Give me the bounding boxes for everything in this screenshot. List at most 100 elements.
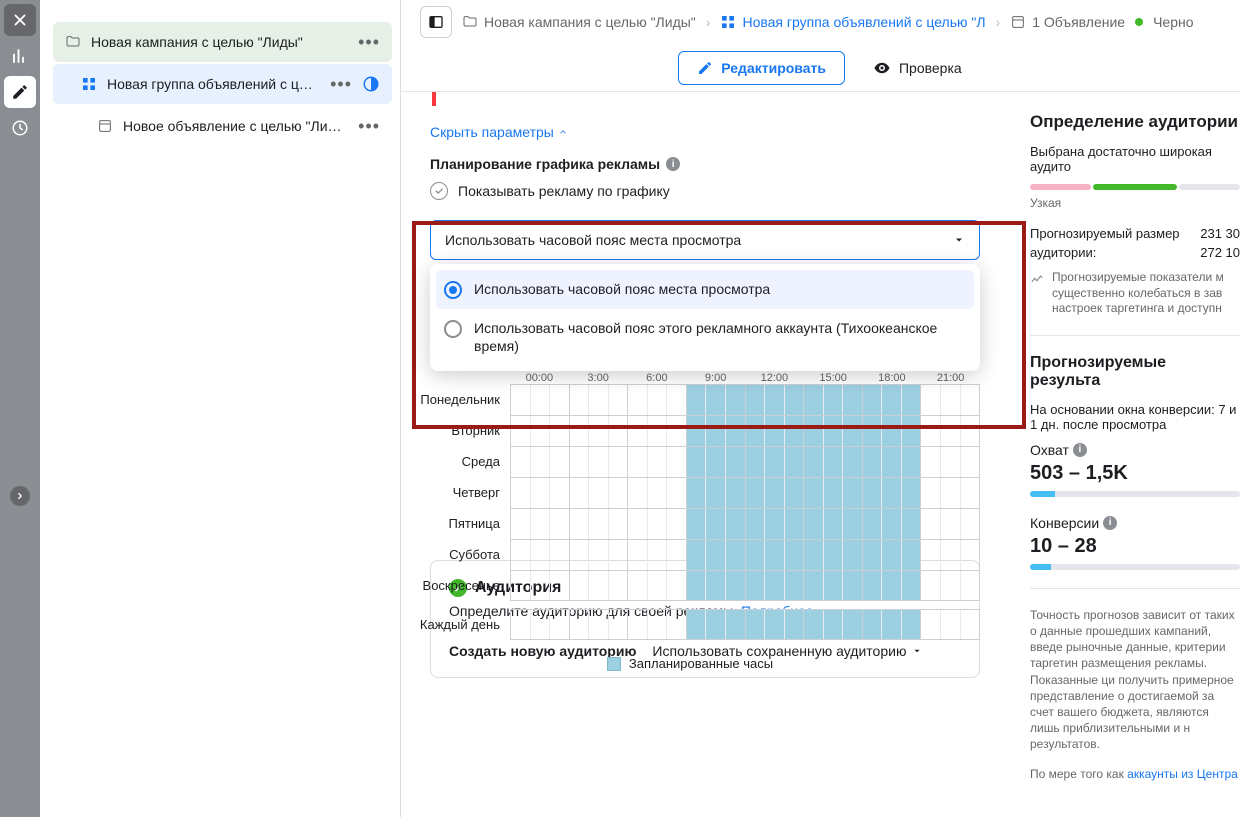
schedule-cell[interactable] bbox=[902, 385, 922, 415]
schedule-cell[interactable] bbox=[765, 447, 785, 477]
schedule-cell[interactable] bbox=[706, 385, 726, 415]
schedule-cell[interactable] bbox=[511, 509, 531, 539]
schedule-cell[interactable] bbox=[648, 509, 668, 539]
schedule-cell[interactable] bbox=[609, 447, 629, 477]
schedule-cell[interactable] bbox=[550, 385, 570, 415]
schedule-cell[interactable] bbox=[570, 509, 590, 539]
schedule-cell[interactable] bbox=[628, 385, 648, 415]
schedule-cell[interactable] bbox=[648, 610, 668, 639]
schedule-cell[interactable] bbox=[804, 540, 824, 570]
schedule-cell[interactable] bbox=[765, 509, 785, 539]
schedule-row[interactable]: Четверг bbox=[400, 477, 980, 508]
schedule-cell[interactable] bbox=[511, 540, 531, 570]
schedule-cell[interactable] bbox=[746, 610, 766, 639]
schedule-cell[interactable] bbox=[921, 610, 941, 639]
clock-icon[interactable] bbox=[4, 112, 36, 144]
schedule-cell[interactable] bbox=[726, 540, 746, 570]
schedule-cell[interactable] bbox=[843, 571, 863, 600]
tree-campaign[interactable]: Новая кампания с целью "Лиды" ••• bbox=[53, 22, 392, 62]
schedule-cell[interactable] bbox=[882, 540, 902, 570]
schedule-cell[interactable] bbox=[804, 416, 824, 446]
schedule-cell[interactable] bbox=[648, 447, 668, 477]
schedule-cell[interactable] bbox=[746, 478, 766, 508]
edit-button[interactable]: Редактировать bbox=[678, 51, 845, 85]
schedule-cell[interactable] bbox=[941, 478, 961, 508]
review-button[interactable]: Проверка bbox=[873, 59, 962, 77]
schedule-cell[interactable] bbox=[511, 385, 531, 415]
schedule-cell[interactable] bbox=[824, 416, 844, 446]
info-icon[interactable]: i bbox=[1073, 443, 1087, 457]
schedule-cell[interactable] bbox=[687, 509, 707, 539]
schedule-cell[interactable] bbox=[531, 610, 551, 639]
schedule-cell[interactable] bbox=[746, 447, 766, 477]
schedule-cell[interactable] bbox=[609, 571, 629, 600]
schedule-cell[interactable] bbox=[921, 447, 941, 477]
schedule-cell[interactable] bbox=[667, 385, 687, 415]
schedule-cell[interactable] bbox=[570, 447, 590, 477]
schedule-cell[interactable] bbox=[902, 447, 922, 477]
schedule-row[interactable]: Суббота bbox=[400, 539, 980, 570]
tree-adset[interactable]: Новая группа объявлений с це… ••• bbox=[53, 64, 392, 104]
schedule-cell[interactable] bbox=[628, 610, 648, 639]
schedule-cell[interactable] bbox=[804, 478, 824, 508]
schedule-cell[interactable] bbox=[961, 610, 981, 639]
info-icon[interactable]: i bbox=[1103, 516, 1117, 530]
schedule-cell[interactable] bbox=[706, 478, 726, 508]
schedule-cell[interactable] bbox=[765, 540, 785, 570]
schedule-cell[interactable] bbox=[609, 385, 629, 415]
schedule-cell[interactable] bbox=[902, 610, 922, 639]
schedule-cell[interactable] bbox=[824, 447, 844, 477]
schedule-cell[interactable] bbox=[609, 610, 629, 639]
schedule-cell[interactable] bbox=[531, 447, 551, 477]
schedule-cell[interactable] bbox=[726, 478, 746, 508]
schedule-cell[interactable] bbox=[961, 478, 981, 508]
schedule-row[interactable]: Среда bbox=[400, 446, 980, 477]
schedule-cell[interactable] bbox=[941, 447, 961, 477]
schedule-cell[interactable] bbox=[921, 540, 941, 570]
schedule-cell[interactable] bbox=[882, 509, 902, 539]
schedule-cell[interactable] bbox=[628, 478, 648, 508]
schedule-cell[interactable] bbox=[726, 447, 746, 477]
schedule-cell[interactable] bbox=[511, 571, 531, 600]
schedule-cell[interactable] bbox=[609, 478, 629, 508]
schedule-cell[interactable] bbox=[570, 571, 590, 600]
schedule-cell[interactable] bbox=[765, 478, 785, 508]
schedule-cell[interactable] bbox=[824, 540, 844, 570]
schedule-cell[interactable] bbox=[687, 447, 707, 477]
schedule-cell[interactable] bbox=[628, 540, 648, 570]
schedule-cell[interactable] bbox=[531, 416, 551, 446]
more-icon[interactable]: ••• bbox=[330, 74, 352, 95]
schedule-cell[interactable] bbox=[961, 540, 981, 570]
schedule-cell[interactable] bbox=[726, 385, 746, 415]
schedule-cell[interactable] bbox=[785, 416, 805, 446]
schedule-cell[interactable] bbox=[687, 478, 707, 508]
panel-toggle-button[interactable] bbox=[420, 6, 452, 38]
schedule-cell[interactable] bbox=[785, 571, 805, 600]
schedule-cell[interactable] bbox=[863, 447, 883, 477]
schedule-cell[interactable] bbox=[706, 416, 726, 446]
schedule-cell[interactable] bbox=[667, 571, 687, 600]
schedule-cell[interactable] bbox=[843, 540, 863, 570]
schedule-row-every[interactable]: Каждый день bbox=[400, 609, 980, 640]
schedule-cell[interactable] bbox=[531, 478, 551, 508]
schedule-cell[interactable] bbox=[667, 416, 687, 446]
schedule-cell[interactable] bbox=[882, 478, 902, 508]
schedule-cell[interactable] bbox=[511, 610, 531, 639]
schedule-cell[interactable] bbox=[550, 571, 570, 600]
schedule-cell[interactable] bbox=[648, 416, 668, 446]
schedule-cell[interactable] bbox=[941, 540, 961, 570]
schedule-checkbox-row[interactable]: Показывать рекламу по графику bbox=[430, 182, 980, 200]
schedule-cell[interactable] bbox=[863, 478, 883, 508]
schedule-cell[interactable] bbox=[843, 509, 863, 539]
schedule-cell[interactable] bbox=[589, 509, 609, 539]
bc-campaign[interactable]: Новая кампания с целью "Лиды" bbox=[462, 14, 696, 30]
schedule-cell[interactable] bbox=[902, 509, 922, 539]
schedule-cell[interactable] bbox=[843, 478, 863, 508]
schedule-cell[interactable] bbox=[824, 478, 844, 508]
schedule-cell[interactable] bbox=[863, 540, 883, 570]
schedule-cell[interactable] bbox=[667, 447, 687, 477]
schedule-cell[interactable] bbox=[648, 540, 668, 570]
schedule-cell[interactable] bbox=[609, 509, 629, 539]
schedule-cell[interactable] bbox=[843, 610, 863, 639]
schedule-cell[interactable] bbox=[785, 385, 805, 415]
